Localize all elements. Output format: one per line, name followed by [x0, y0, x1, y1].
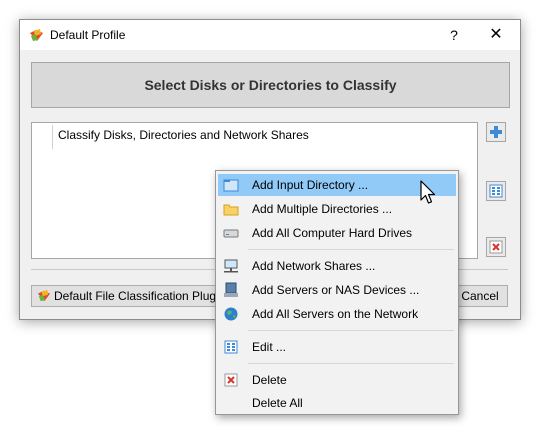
menu-item-label: Add Network Shares ...: [252, 259, 376, 273]
server-icon: [224, 282, 238, 297]
add-button[interactable]: [486, 122, 506, 142]
folder-yellow-icon: [223, 204, 239, 216]
delete-icon: [489, 240, 503, 254]
folder-blue-icon: [223, 179, 239, 192]
plus-icon: [490, 126, 502, 138]
close-button[interactable]: ✕: [485, 25, 507, 45]
title-bar[interactable]: Default Profile ? ✕: [20, 20, 520, 50]
context-menu: Add Input Directory ... Add Multiple Dir…: [215, 170, 459, 415]
menu-item-label: Add Multiple Directories ...: [252, 202, 393, 216]
network-share-icon: [224, 259, 238, 273]
help-button[interactable]: ?: [444, 25, 464, 45]
plugin-label: Default File Classification Plugin: [54, 289, 226, 303]
menu-item-add-network-shares[interactable]: Add Network Shares ...: [218, 255, 456, 277]
list-item[interactable]: Classify Disks, Directories and Network …: [58, 128, 309, 142]
menu-item-add-all-servers[interactable]: Add All Servers on the Network: [218, 303, 456, 325]
mouse-cursor-icon: [420, 180, 436, 204]
menu-separator: [248, 249, 454, 250]
cancel-button[interactable]: Cancel: [452, 285, 508, 307]
menu-item-delete-all[interactable]: Delete All: [218, 392, 456, 414]
globe-icon: [224, 307, 238, 321]
menu-item-label: Add Servers or NAS Devices ...: [252, 283, 420, 297]
menu-item-label: Delete: [252, 373, 287, 387]
plugin-button[interactable]: Default File Classification Plugin: [31, 285, 236, 307]
hard-drive-icon: [223, 229, 239, 238]
menu-separator: [248, 330, 454, 331]
menu-item-add-hard-drives[interactable]: Add All Computer Hard Drives: [218, 222, 456, 244]
page-heading: Select Disks or Directories to Classify: [31, 62, 510, 108]
window-title: Default Profile: [50, 28, 126, 42]
menu-item-add-servers[interactable]: Add Servers or NAS Devices ...: [218, 279, 456, 301]
menu-item-delete[interactable]: Delete: [218, 369, 456, 391]
menu-item-label: Add All Computer Hard Drives: [252, 226, 413, 240]
edit-icon: [489, 184, 503, 198]
delete-icon: [224, 373, 238, 387]
menu-item-label: Add All Servers on the Network: [252, 307, 419, 321]
menu-separator: [248, 363, 454, 364]
edit-icon: [224, 340, 238, 354]
menu-item-label: Delete All: [252, 396, 303, 410]
edit-button[interactable]: [486, 181, 506, 201]
plugin-icon: [37, 289, 51, 302]
delete-button[interactable]: [486, 237, 506, 257]
app-logo-icon: [30, 29, 43, 41]
tree-line: [52, 125, 53, 149]
menu-item-label: Edit ...: [252, 340, 287, 354]
menu-item-edit[interactable]: Edit ...: [218, 336, 456, 358]
menu-item-label: Add Input Directory ...: [252, 178, 369, 192]
